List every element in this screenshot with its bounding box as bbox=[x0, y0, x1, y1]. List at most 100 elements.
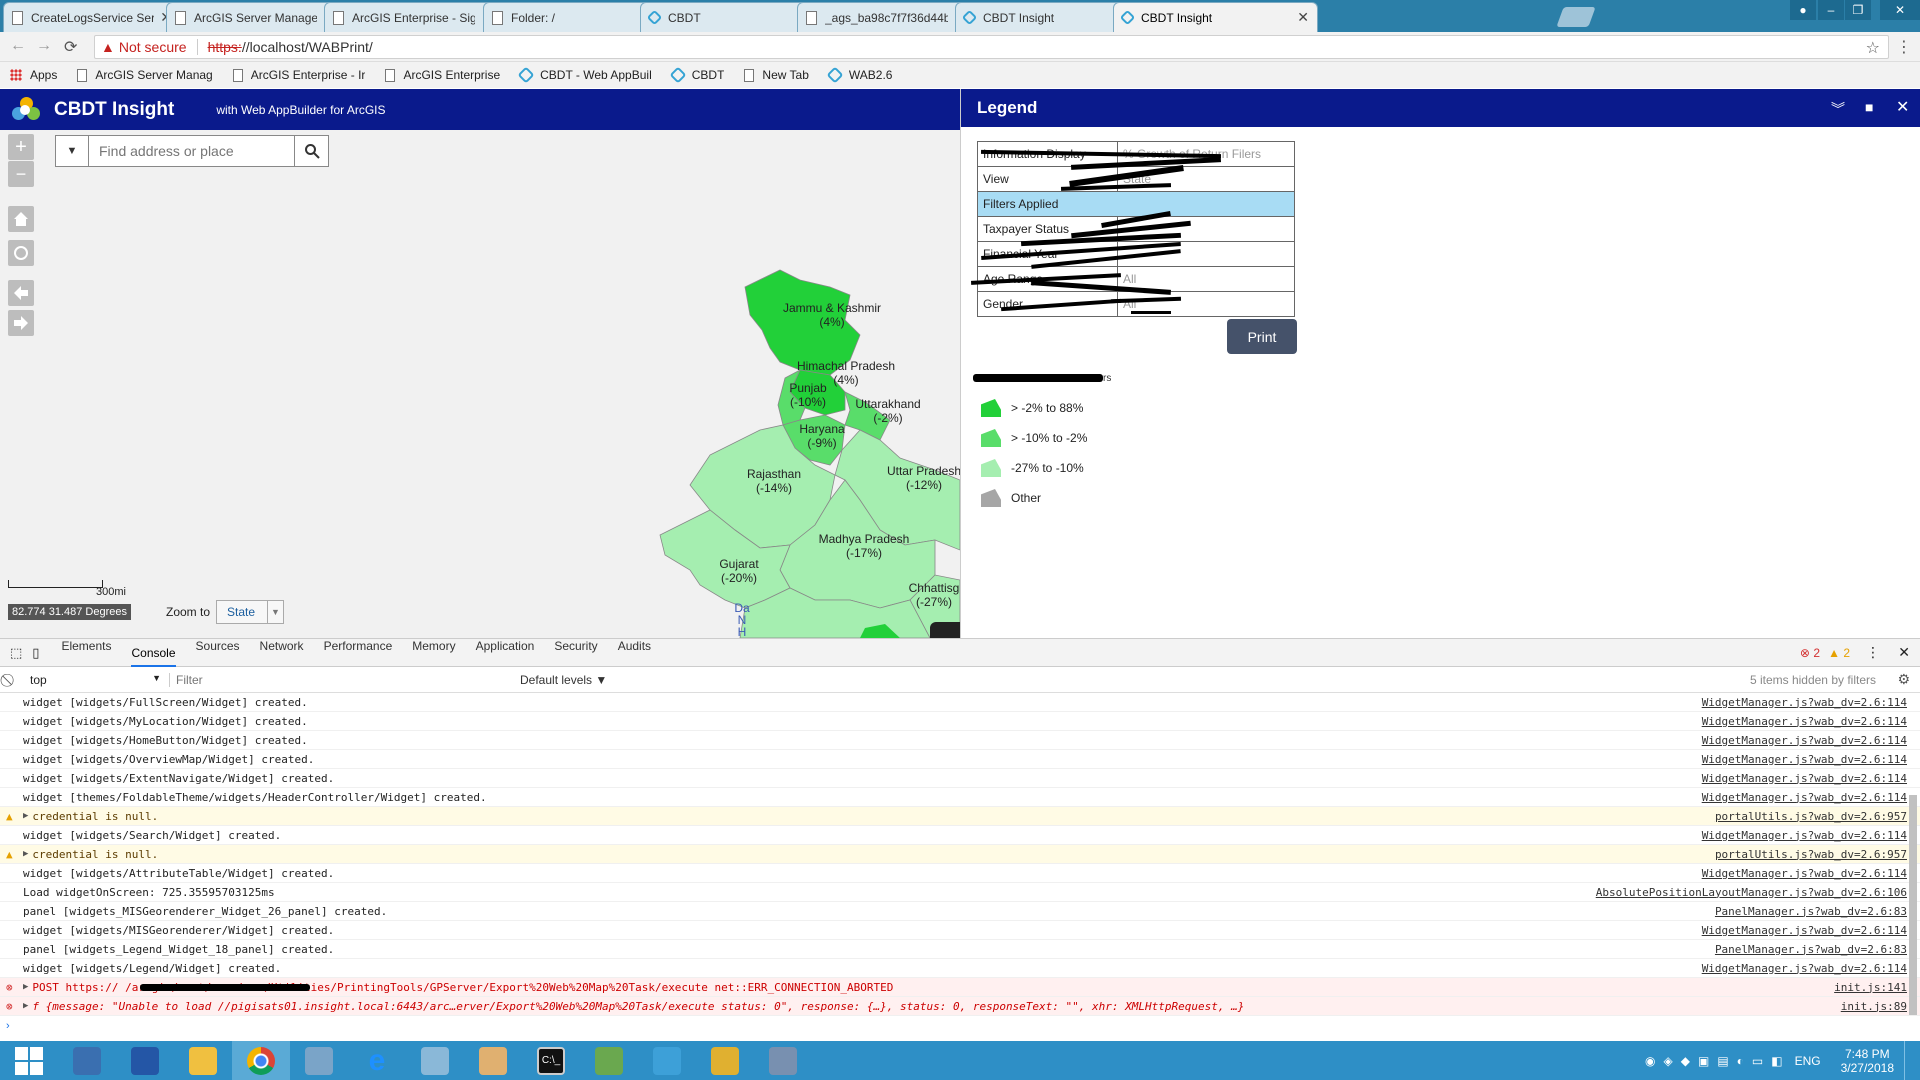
devtools-tab-sources[interactable]: Sources bbox=[196, 639, 240, 667]
console-filter-input[interactable] bbox=[176, 669, 516, 690]
printer-icon[interactable]: ▤ bbox=[1717, 1054, 1728, 1068]
console-row[interactable]: widget [widgets/MyLocation/Widget] creat… bbox=[0, 712, 1920, 731]
console-source-link[interactable]: init.js:141 bbox=[1834, 981, 1907, 994]
console-row[interactable]: widget [widgets/FullScreen/Widget] creat… bbox=[0, 693, 1920, 712]
console-row[interactable]: panel [widgets_MISGeorenderer_Widget_26_… bbox=[0, 902, 1920, 921]
home-button[interactable] bbox=[8, 206, 34, 232]
network-signal-icon[interactable]: ◧ bbox=[1771, 1054, 1782, 1068]
network-icon[interactable]: ◉ bbox=[1645, 1054, 1655, 1068]
overview-map-toggle[interactable] bbox=[930, 622, 960, 638]
monitor-icon[interactable]: ▣ bbox=[1698, 1054, 1709, 1068]
bookmark-item[interactable]: New Tab bbox=[744, 68, 809, 82]
network-tool-taskbar-button[interactable] bbox=[290, 1041, 348, 1080]
close-icon[interactable]: ✕ bbox=[1896, 97, 1909, 117]
bookmark-star-icon[interactable]: ☆ bbox=[1866, 38, 1880, 58]
reload-icon[interactable]: ⟳ bbox=[64, 37, 77, 57]
devtools-tab-elements[interactable]: Elements bbox=[61, 639, 111, 667]
expand-triangle-icon[interactable]: ▶ bbox=[23, 1001, 28, 1011]
search-button[interactable] bbox=[294, 136, 328, 166]
console-source-link[interactable]: WidgetManager.js?wab_dv=2.6:114 bbox=[1702, 753, 1907, 766]
minimize-icon[interactable]: – bbox=[1818, 0, 1844, 20]
console-row[interactable]: ⊗ ▶ f {message: "Unable to load //pigisats… bbox=[0, 997, 1920, 1016]
start-taskbar-button[interactable] bbox=[0, 1041, 58, 1080]
console-row[interactable]: widget [widgets/MISGeorenderer/Widget] c… bbox=[0, 921, 1920, 940]
warning-count[interactable]: ▲ 2 bbox=[1828, 646, 1850, 660]
console-source-link[interactable]: WidgetManager.js?wab_dv=2.6:114 bbox=[1702, 791, 1907, 804]
search-source-dropdown[interactable]: ▼ bbox=[56, 136, 89, 166]
gear-icon[interactable]: ⚙ bbox=[1897, 671, 1910, 688]
log-levels-select[interactable]: Default levels ▼ bbox=[520, 673, 607, 687]
previous-extent-button[interactable] bbox=[8, 280, 34, 306]
bookmark-item[interactable]: ArcGIS Enterprise - Ir bbox=[232, 68, 365, 82]
console-row[interactable]: ⊗ ▶ POST https:// /arcgis/rest/services/Ut… bbox=[0, 978, 1920, 997]
browser-tab[interactable]: Folder: /✕ bbox=[483, 2, 661, 32]
console-source-link[interactable]: PanelManager.js?wab_dv=2.6:83 bbox=[1715, 905, 1907, 918]
console-source-link[interactable]: portalUtils.js?wab_dv=2.6:957 bbox=[1715, 848, 1907, 861]
powershell-taskbar-button[interactable] bbox=[116, 1041, 174, 1080]
context-select[interactable]: top ▼ bbox=[30, 672, 170, 687]
bookmark-item[interactable]: CBDT bbox=[669, 66, 724, 84]
new-tab-button[interactable] bbox=[1556, 7, 1596, 27]
devtools-tab-application[interactable]: Application bbox=[476, 639, 535, 667]
devtools-tab-performance[interactable]: Performance bbox=[324, 639, 393, 667]
console-row[interactable]: widget [widgets/HomeButton/Widget] creat… bbox=[0, 731, 1920, 750]
console-row[interactable]: widget [widgets/AttributeTable/Widget] c… bbox=[0, 864, 1920, 883]
fold-icon[interactable]: ︾ bbox=[1831, 99, 1845, 119]
console-row[interactable]: widget [widgets/Search/Widget] created. W… bbox=[0, 826, 1920, 845]
back-icon[interactable]: ← bbox=[10, 37, 26, 55]
paint-taskbar-button[interactable] bbox=[464, 1041, 522, 1080]
chrome-taskbar-button[interactable] bbox=[232, 1041, 290, 1080]
error-count[interactable]: ⊗ 2 bbox=[1800, 646, 1820, 660]
close-icon[interactable]: ✕ bbox=[1880, 0, 1920, 20]
zoom-out-button[interactable]: − bbox=[8, 161, 34, 187]
close-icon[interactable]: ✕ bbox=[1297, 9, 1309, 26]
console-row[interactable]: widget [widgets/OverviewMap/Widget] crea… bbox=[0, 750, 1920, 769]
console-source-link[interactable]: WidgetManager.js?wab_dv=2.6:114 bbox=[1702, 924, 1907, 937]
console-source-link[interactable]: WidgetManager.js?wab_dv=2.6:114 bbox=[1702, 696, 1907, 709]
search-input[interactable] bbox=[89, 136, 294, 166]
console-source-link[interactable]: AbsolutePositionLayoutManager.js?wab_dv=… bbox=[1596, 886, 1907, 899]
bookmark-item[interactable]: ArcGIS Server Manag bbox=[77, 68, 213, 82]
print-button[interactable]: Print bbox=[1227, 319, 1297, 354]
console-source-link[interactable]: WidgetManager.js?wab_dv=2.6:114 bbox=[1702, 867, 1907, 880]
close-icon[interactable]: ✕ bbox=[1898, 644, 1910, 661]
console-source-link[interactable]: WidgetManager.js?wab_dv=2.6:114 bbox=[1702, 715, 1907, 728]
devtools-tab-console[interactable]: Console bbox=[131, 646, 176, 667]
console-row[interactable]: ▲ ▶ credential is null. portalUtils.js?wab_… bbox=[0, 845, 1920, 864]
zoom-in-button[interactable]: + bbox=[8, 134, 34, 160]
browser-tab[interactable]: CreateLogsService Servic✕ bbox=[3, 2, 181, 32]
console-prompt[interactable]: › bbox=[0, 1016, 1920, 1035]
map-view[interactable]: Jammu & Kashmir (4%) Himachal Pradesh (4%) P… bbox=[0, 130, 960, 638]
file-explorer-taskbar-button[interactable] bbox=[174, 1041, 232, 1080]
console-source-link[interactable]: WidgetManager.js?wab_dv=2.6:114 bbox=[1702, 962, 1907, 975]
browser-tab[interactable]: ArcGIS Enterprise - Sign✕ bbox=[324, 2, 502, 32]
devtools-menu-icon[interactable]: ⋮ bbox=[1866, 644, 1880, 661]
console-source-link[interactable]: WidgetManager.js?wab_dv=2.6:114 bbox=[1702, 772, 1907, 785]
zoom-to-select[interactable]: State ▼ bbox=[216, 600, 285, 624]
devtools-tab-memory[interactable]: Memory bbox=[412, 639, 455, 667]
console-source-link[interactable]: WidgetManager.js?wab_dv=2.6:114 bbox=[1702, 734, 1907, 747]
battery-icon[interactable]: ▭ bbox=[1752, 1054, 1763, 1068]
language-indicator[interactable]: ENG bbox=[1795, 1054, 1821, 1068]
browser-menu-icon[interactable]: ⋮ bbox=[1896, 37, 1912, 57]
browser-tab[interactable]: ArcGIS Server Manager✕ bbox=[166, 2, 344, 32]
notepad-taskbar-button[interactable] bbox=[406, 1041, 464, 1080]
expand-triangle-icon[interactable]: ▶ bbox=[23, 811, 28, 821]
browser-tab[interactable]: CBDT Insight✕ bbox=[1113, 2, 1318, 32]
user-icon[interactable]: ● bbox=[1790, 0, 1816, 20]
volume-icon[interactable]: ◐ bbox=[1737, 1054, 1744, 1068]
browser-tab[interactable]: CBDT Insight✕ bbox=[955, 2, 1133, 32]
devtools-tab-network[interactable]: Network bbox=[260, 639, 304, 667]
maximize-icon[interactable]: ■ bbox=[1865, 99, 1873, 115]
show-desktop-button[interactable] bbox=[1904, 1041, 1910, 1080]
package-taskbar-button[interactable] bbox=[696, 1041, 754, 1080]
task-app-taskbar-button[interactable] bbox=[580, 1041, 638, 1080]
browser-tab[interactable]: CBDT✕ bbox=[640, 2, 818, 32]
system-clock[interactable]: 7:48 PM 3/27/2018 bbox=[1841, 1047, 1894, 1075]
restore-icon[interactable]: ❐ bbox=[1845, 0, 1871, 20]
console-row[interactable]: widget [widgets/Legend/Widget] created. W… bbox=[0, 959, 1920, 978]
console-row[interactable]: Load widgetOnScreen: 725.35595703125ms Ab… bbox=[0, 883, 1920, 902]
inspect-icon[interactable]: ⬚ bbox=[10, 645, 22, 661]
search-app-taskbar-button[interactable] bbox=[638, 1041, 696, 1080]
bookmark-item[interactable]: ArcGIS Enterprise bbox=[385, 68, 500, 82]
